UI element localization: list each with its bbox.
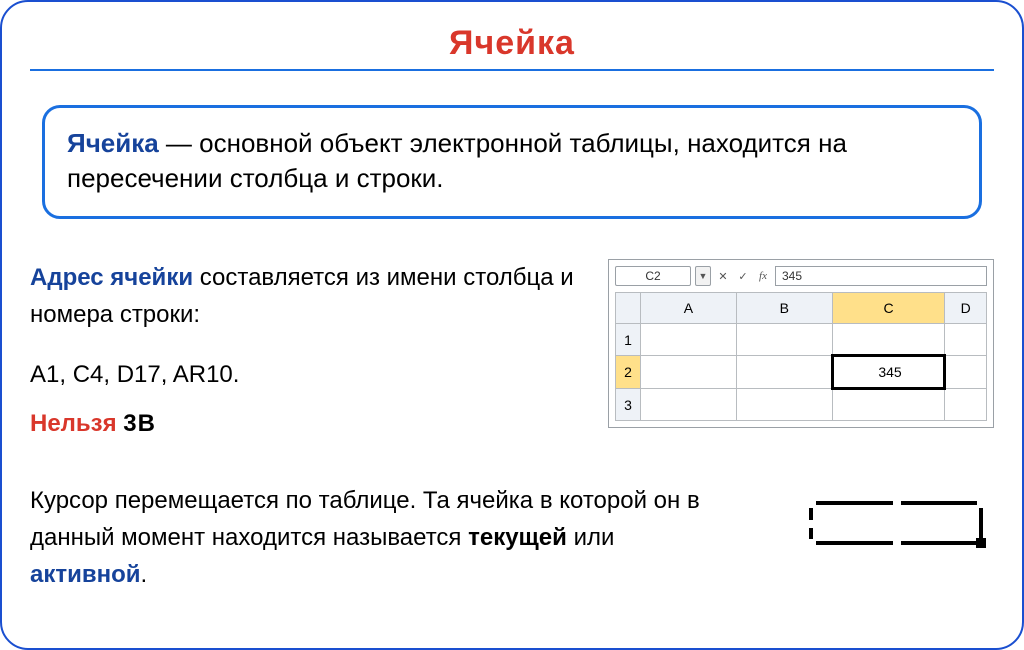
warn-code: 3B	[123, 410, 156, 437]
mini-spreadsheet: C2 ▼ ✕ ✓ fx 345 A B C D 1	[608, 259, 994, 428]
cell-B3[interactable]	[736, 389, 832, 421]
cursor-icon	[808, 500, 988, 552]
definition-term: Ячейка	[67, 128, 159, 158]
address-block: Адрес ячейки составляется из имени столб…	[30, 259, 578, 442]
cell-D1[interactable]	[945, 324, 987, 356]
cell-B2[interactable]	[736, 356, 832, 389]
cell-D3[interactable]	[945, 389, 987, 421]
definition-box: Ячейка — основной объект электронной таб…	[42, 105, 982, 219]
warn-label: Нельзя	[30, 410, 117, 437]
slide-frame: Ячейка Ячейка — основной объект электрон…	[0, 0, 1024, 650]
cell-A3[interactable]	[641, 389, 737, 421]
active-cell-cursor-illustration	[778, 482, 994, 552]
cursor-word-active: активной	[30, 561, 141, 588]
col-header-C[interactable]: C	[832, 293, 945, 324]
address-examples: A1, C4, D17, AR10.	[30, 356, 578, 393]
row-header-3[interactable]: 3	[616, 389, 641, 421]
cell-A2[interactable]	[641, 356, 737, 389]
middle-row: Адрес ячейки составляется из имени столб…	[30, 259, 994, 442]
formula-bar: C2 ▼ ✕ ✓ fx 345	[615, 266, 987, 286]
cell-C1[interactable]	[832, 324, 945, 356]
slide-title: Ячейка	[30, 24, 994, 63]
cell-B1[interactable]	[736, 324, 832, 356]
fx-icon[interactable]: fx	[755, 267, 771, 285]
cursor-paragraph: Курсор перемещается по таблице. Та ячейк…	[30, 482, 738, 594]
row-header-1[interactable]: 1	[616, 324, 641, 356]
cell-D2[interactable]	[945, 356, 987, 389]
cursor-word-current: текущей	[468, 524, 567, 551]
title-underline	[30, 69, 994, 71]
cursor-text-or: или	[567, 524, 614, 551]
definition-text: — основной объект электронной таблицы, н…	[67, 128, 847, 193]
bottom-row: Курсор перемещается по таблице. Та ячейк…	[30, 482, 994, 594]
col-header-D[interactable]: D	[945, 293, 987, 324]
cell-C2-active[interactable]: 345	[832, 356, 945, 389]
select-all-corner[interactable]	[616, 293, 641, 324]
row-header-2[interactable]: 2	[616, 356, 641, 389]
cell-C3[interactable]	[832, 389, 945, 421]
cell-A1[interactable]	[641, 324, 737, 356]
address-term: Адрес ячейки	[30, 264, 193, 291]
col-header-B[interactable]: B	[736, 293, 832, 324]
name-box[interactable]: C2	[615, 266, 691, 286]
grid: A B C D 1 2 345	[615, 292, 987, 421]
name-box-dropdown[interactable]: ▼	[695, 266, 711, 286]
cancel-icon[interactable]: ✕	[715, 267, 731, 285]
col-header-A[interactable]: A	[641, 293, 737, 324]
cursor-text-dot: .	[141, 561, 148, 588]
address-warning: Нельзя 3B	[30, 405, 578, 442]
confirm-icon[interactable]: ✓	[735, 267, 751, 285]
formula-input[interactable]: 345	[775, 266, 987, 286]
